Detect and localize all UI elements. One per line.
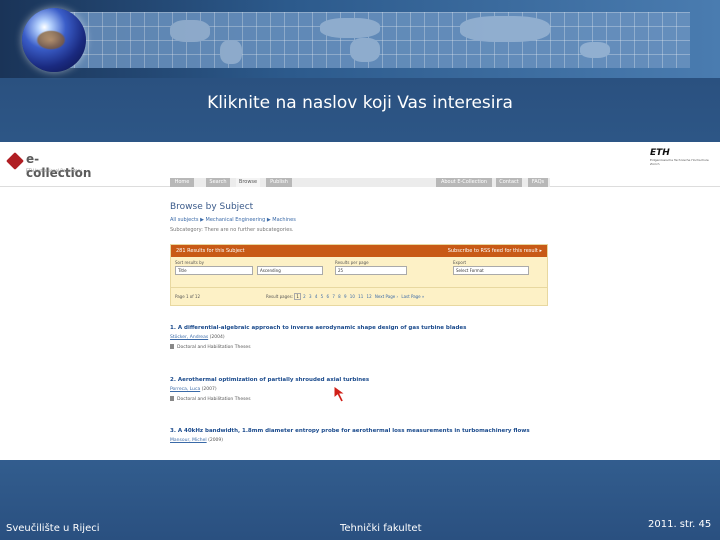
list-item: 3. A 40kHz bandwidth, 1.8mm diameter ent… [170, 428, 550, 443]
results-header: 281 Results for this Subject Subscribe t… [171, 245, 547, 257]
breadcrumb[interactable]: All subjects ▶ Mechanical Engineering ▶ … [170, 217, 296, 223]
nav-search[interactable]: Search [206, 178, 230, 187]
subcategory-note: Subcategory: There are no further subcat… [170, 227, 294, 233]
result-author: Porreca, Luca (2007) [170, 387, 550, 392]
pager-next[interactable]: Next Page › [374, 294, 399, 299]
order-select[interactable]: Ascending [257, 266, 323, 275]
export-label: Export [453, 260, 467, 265]
globe-logo-icon [22, 8, 86, 72]
sort-select[interactable]: Title [175, 266, 253, 275]
eth-subtitle: Eidgenössische Technische Hochschule Zür… [650, 158, 709, 166]
slide-banner [0, 0, 720, 78]
nav-browse[interactable]: Browse [236, 178, 260, 187]
document-icon [170, 396, 174, 401]
pager-label: Result pages: [266, 294, 294, 299]
e-collection-name: e-collection [26, 152, 92, 180]
nav-publish[interactable]: Publish [266, 178, 292, 187]
nav-contact[interactable]: Contact [496, 178, 522, 187]
list-item: 1. A differential-algebraic approach to … [170, 325, 550, 350]
nav-faqs[interactable]: FAQs [528, 178, 548, 187]
pager-page[interactable]: 1 [294, 293, 301, 300]
pager-page[interactable]: 10 [349, 294, 356, 299]
list-item: 2. Aerothermal optimization of partially… [170, 377, 550, 402]
pager-page[interactable]: 4 [314, 294, 319, 299]
result-author: Mansour, Michel (2009) [170, 438, 550, 443]
result-title-link[interactable]: 2. Aerothermal optimization of partially… [170, 377, 550, 384]
browse-content: Browse by Subject All subjects ▶ Mechani… [170, 202, 550, 443]
author-link[interactable]: Porreca, Luca [170, 387, 200, 392]
author-link[interactable]: Mansour, Michel [170, 438, 207, 443]
eth-name: ETH [650, 148, 670, 158]
pager-last[interactable]: Last Page » [400, 294, 425, 299]
footer-page-info: 2011. str. 45 [648, 519, 712, 530]
results-count: 281 Results for this Subject [176, 248, 245, 254]
result-year: (2007) [200, 387, 217, 392]
e-collection-logo[interactable]: e-collection ETH Institutional Repositor… [6, 150, 91, 180]
per-page-label: Results per page [335, 260, 369, 265]
page-info: Page 1 of 12 [175, 294, 200, 299]
result-title-link[interactable]: 3. A 40kHz bandwidth, 1.8mm diameter ent… [170, 428, 550, 435]
cursor-arrow-icon [333, 385, 347, 403]
e-collection-mark-icon [6, 152, 24, 170]
result-year: (2009) [206, 438, 224, 443]
footer-university: Sveučilište u Rijeci [6, 523, 100, 534]
pager-page[interactable]: 12 [366, 294, 373, 299]
result-type-label: Doctoral and Habilitation Theses [177, 397, 251, 402]
pager-page[interactable]: 2 [302, 294, 307, 299]
author-link[interactable]: Stöcker, Andreas [170, 335, 208, 340]
result-title-link[interactable]: 1. A differential-algebraic approach to … [170, 325, 550, 332]
pager: Result pages: 1 2 3 4 5 6 7 8 9 10 11 12… [266, 293, 425, 300]
document-icon [170, 344, 174, 349]
e-collection-screenshot: e-collection ETH Institutional Repositor… [0, 142, 720, 460]
rss-subscribe-link[interactable]: Subscribe to RSS feed for this result ▸ [448, 245, 542, 257]
result-type-label: Doctoral and Habilitation Theses [177, 345, 251, 350]
export-select[interactable]: Select Format [453, 266, 529, 275]
result-year: (2004) [208, 335, 225, 340]
per-page-select[interactable]: 25 [335, 266, 407, 275]
result-author: Stöcker, Andreas (2004) [170, 335, 550, 340]
sort-label: Sort results by [175, 260, 205, 265]
pager-page[interactable]: 7 [331, 294, 336, 299]
pager-page[interactable]: 11 [357, 294, 364, 299]
nav-about[interactable]: About E-Collection [436, 178, 492, 187]
pager-page[interactable]: 9 [343, 294, 348, 299]
result-type: Doctoral and Habilitation Theses [170, 344, 550, 350]
results-separator [171, 287, 547, 288]
main-nav: Home Search Browse Publish About E-Colle… [170, 178, 550, 187]
pager-page[interactable]: 8 [337, 294, 342, 299]
browse-title: Browse by Subject [170, 202, 254, 212]
eth-logo[interactable]: ETH Eidgenössische Technische Hochschule… [650, 148, 712, 176]
result-type: Doctoral and Habilitation Theses [170, 396, 550, 402]
pager-page[interactable]: 3 [308, 294, 313, 299]
e-collection-subtitle: ETH Institutional Repository [26, 168, 82, 173]
results-box: 281 Results for this Subject Subscribe t… [170, 244, 548, 306]
pager-page[interactable]: 5 [320, 294, 325, 299]
nav-home[interactable]: Home [170, 178, 194, 187]
footer-faculty: Tehnički fakultet [340, 523, 422, 534]
pager-page[interactable]: 6 [325, 294, 330, 299]
slide-title: Kliknite na naslov koji Vas interesira [207, 93, 513, 113]
world-map-grid [60, 12, 690, 68]
